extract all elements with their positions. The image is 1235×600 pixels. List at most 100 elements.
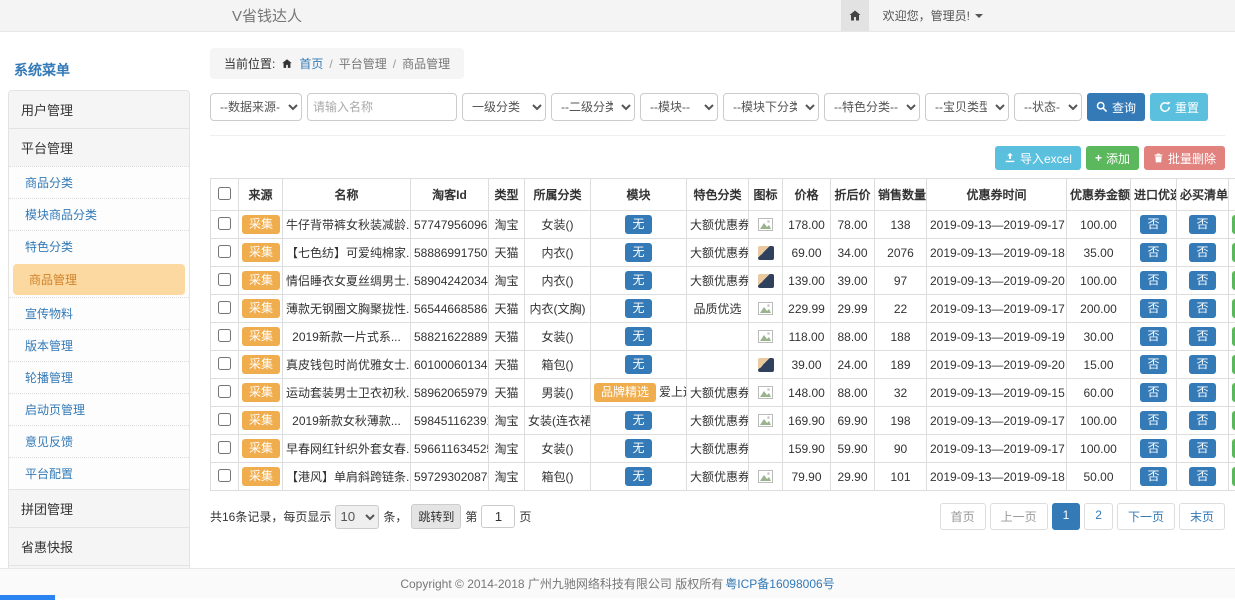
sidebar-item[interactable]: 轮播管理 bbox=[9, 361, 189, 393]
pager-button[interactable]: 2 bbox=[1084, 503, 1113, 530]
sidebar-item[interactable]: 启动页管理 bbox=[9, 393, 189, 425]
sidebar-item[interactable]: 模块商品分类 bbox=[9, 198, 189, 230]
coupon-amount: 30.00 bbox=[1067, 323, 1131, 351]
row-checkbox[interactable] bbox=[218, 413, 231, 426]
source-badge: 采集 bbox=[242, 355, 280, 373]
sidebar-item[interactable]: 商品管理 bbox=[13, 264, 185, 295]
home-button[interactable] bbox=[841, 0, 869, 31]
product-type: 淘宝 bbox=[489, 211, 525, 239]
category1-select[interactable]: 一级分类 bbox=[462, 93, 546, 121]
icp-link[interactable]: 粤ICP备16098006号 bbox=[725, 575, 834, 592]
module-cell: 无 bbox=[591, 211, 687, 239]
module-sub-select[interactable]: --模块下分类-- bbox=[723, 93, 819, 121]
search-button[interactable]: 查询 bbox=[1087, 93, 1145, 121]
name-search-input[interactable] bbox=[307, 93, 457, 121]
price: 229.99 bbox=[783, 295, 831, 323]
price: 79.90 bbox=[783, 463, 831, 491]
feature-category: 大额优惠券 bbox=[687, 267, 749, 295]
sidebar-item[interactable]: 宣传物料 bbox=[9, 297, 189, 329]
jump-button[interactable]: 跳转到 bbox=[411, 504, 461, 529]
feature-category-select[interactable]: --特色分类-- bbox=[824, 93, 920, 121]
sidebar-item[interactable]: 版本管理 bbox=[9, 329, 189, 361]
table-row: 采集 2019新款一片式系... 588216228899 天猫 女装() 无 … bbox=[211, 323, 1235, 351]
col-must-buy: 必买清单 bbox=[1177, 179, 1229, 211]
upload-icon bbox=[1004, 152, 1016, 164]
breadcrumb-home-link[interactable]: 首页 bbox=[299, 55, 323, 72]
row-checkbox[interactable] bbox=[218, 301, 231, 314]
row-checkbox[interactable] bbox=[218, 357, 231, 370]
product-type: 天猫 bbox=[489, 379, 525, 407]
product-name: 运动套装男士卫衣初秋... bbox=[283, 379, 411, 407]
col-feature: 特色分类 bbox=[687, 179, 749, 211]
module-select[interactable]: --模块-- bbox=[640, 93, 718, 121]
batch-delete-label: 批量删除 bbox=[1168, 150, 1216, 167]
top-navbar: V省钱达人 欢迎您，管理员! bbox=[0, 0, 1235, 32]
row-checkbox[interactable] bbox=[218, 273, 231, 286]
module-cell: 无 bbox=[591, 435, 687, 463]
feature-category: 大额优惠券 bbox=[687, 211, 749, 239]
taoke-id: 588869917501 bbox=[411, 239, 489, 267]
module-badge: 无 bbox=[625, 411, 651, 429]
copyright-text: Copyright © 2014-2018 广州九驰网络科技有限公司 版权所有 bbox=[400, 575, 723, 592]
coupon-amount: 35.00 bbox=[1067, 239, 1131, 267]
pager-button[interactable]: 末页 bbox=[1179, 503, 1225, 530]
product-category: 男装() bbox=[525, 379, 591, 407]
pager-button[interactable]: 首页 bbox=[940, 503, 986, 530]
sidebar-item[interactable]: 平台配置 bbox=[9, 457, 189, 489]
data-source-select[interactable]: --数据来源-- bbox=[210, 93, 302, 121]
coupon-amount: 15.00 bbox=[1067, 351, 1131, 379]
sidebar-item[interactable]: 意见反馈 bbox=[9, 425, 189, 457]
col-taoke-id: 淘客Id bbox=[411, 179, 489, 211]
jump-page-input[interactable] bbox=[481, 505, 515, 528]
item-type-select[interactable]: --宝贝类型-- bbox=[925, 93, 1009, 121]
row-checkbox[interactable] bbox=[218, 385, 231, 398]
row-checkbox[interactable] bbox=[218, 217, 231, 230]
product-category: 女装() bbox=[525, 211, 591, 239]
sidebar-item[interactable]: 平台管理 bbox=[9, 128, 189, 166]
pager-button[interactable]: 下一页 bbox=[1117, 503, 1175, 530]
row-checkbox[interactable] bbox=[218, 469, 231, 482]
coupon-time: 2019-09-13—2019-09-17 bbox=[927, 211, 1067, 239]
sidebar-item[interactable]: 省惠快报 bbox=[9, 527, 189, 565]
coupon-time: 2019-09-13—2019-09-17 bbox=[927, 295, 1067, 323]
must-buy-badge: 否 bbox=[1189, 215, 1215, 233]
source-badge: 采集 bbox=[242, 439, 280, 457]
sidebar-menu: 用户管理 平台管理 商品分类 模块商品分类 特色分类 商品管理 宣传物料 版本管… bbox=[8, 90, 190, 568]
module-badge: 无 bbox=[625, 439, 651, 457]
row-checkbox[interactable] bbox=[218, 329, 231, 342]
feature-category bbox=[687, 351, 749, 379]
pager-button[interactable]: 1 bbox=[1052, 503, 1081, 530]
reset-button[interactable]: 重置 bbox=[1150, 93, 1208, 121]
sidebar-item[interactable]: 拼团管理 bbox=[9, 489, 189, 527]
table-row: 采集 【港风】单肩斜跨链条... 597293020870 淘宝 箱包() 无 … bbox=[211, 463, 1235, 491]
sidebar-item[interactable]: 商品分类 bbox=[9, 166, 189, 198]
import-excel-button[interactable]: 导入excel bbox=[995, 146, 1081, 170]
pager-button[interactable]: 上一页 bbox=[990, 503, 1048, 530]
sidebar-item[interactable]: 特色分类 bbox=[9, 230, 189, 262]
module-badge: 无 bbox=[625, 355, 651, 373]
product-category: 内衣(文胸) bbox=[525, 295, 591, 323]
breadcrumb-separator: / bbox=[329, 57, 332, 71]
coupon-time: 2019-09-13—2019-09-17 bbox=[927, 435, 1067, 463]
product-category: 女装() bbox=[525, 323, 591, 351]
user-menu[interactable]: 欢迎您，管理员! bbox=[869, 0, 997, 31]
add-button[interactable]: + 添加 bbox=[1086, 146, 1139, 170]
imported-badge: 否 bbox=[1140, 383, 1166, 401]
feature-category: 大额优惠券 bbox=[687, 407, 749, 435]
batch-delete-button[interactable]: 批量删除 bbox=[1144, 146, 1225, 170]
per-page-select[interactable]: 10 bbox=[335, 505, 379, 529]
table-row: 采集 真皮钱包时尚优雅女士... 601000601341 天猫 箱包() 无 … bbox=[211, 351, 1235, 379]
select-all-checkbox[interactable] bbox=[218, 187, 231, 200]
module-badge: 品牌精选 bbox=[594, 383, 656, 401]
row-checkbox[interactable] bbox=[218, 245, 231, 258]
table-row: 采集 早春网红针织外套女春... 596611634525 淘宝 女装() 无 … bbox=[211, 435, 1235, 463]
module-cell: 无 bbox=[591, 351, 687, 379]
status-select[interactable]: --状态-- bbox=[1014, 93, 1082, 121]
refresh-icon bbox=[1159, 101, 1171, 113]
module-badge: 无 bbox=[625, 467, 651, 485]
sidebar-item[interactable]: 用户管理 bbox=[9, 91, 189, 128]
imported-badge: 否 bbox=[1140, 439, 1166, 457]
imported-badge: 否 bbox=[1140, 271, 1166, 289]
row-checkbox[interactable] bbox=[218, 441, 231, 454]
category2-select[interactable]: --二级分类-- bbox=[551, 93, 635, 121]
